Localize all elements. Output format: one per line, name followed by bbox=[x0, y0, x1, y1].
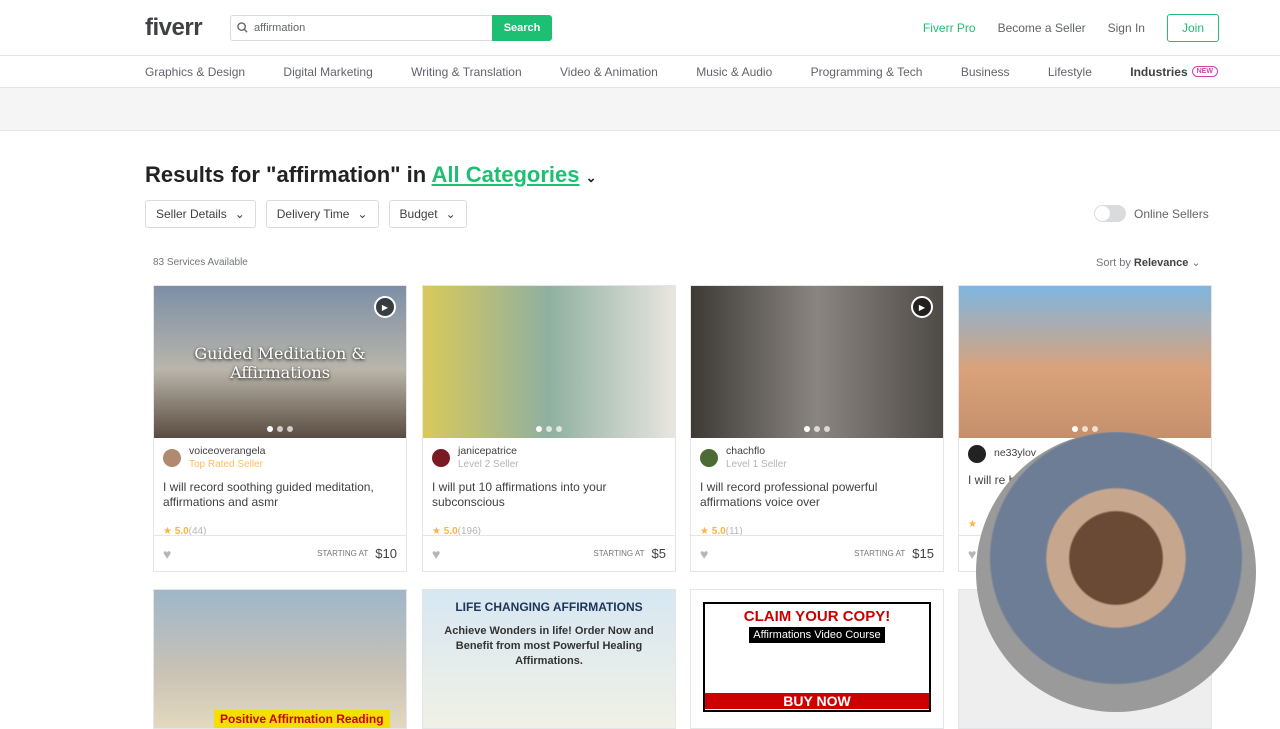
gig-card-7[interactable]: CLAIM YOUR COPY! Affirmations Video Cours… bbox=[690, 589, 944, 729]
search-button[interactable]: Search bbox=[492, 14, 553, 41]
carousel-dots[interactable] bbox=[1072, 426, 1098, 432]
services-count: 83 Services Available bbox=[153, 257, 248, 268]
gig-card-6[interactable]: LIFE CHANGING AFFIRMATIONS Achieve Wonder… bbox=[422, 589, 676, 729]
chevron-down-icon: ⌄ bbox=[1191, 257, 1201, 269]
results-prefix: Results for "affirmation" in bbox=[145, 162, 427, 187]
filter-label: Budget bbox=[399, 207, 438, 221]
fiverr-pro-link[interactable]: Fiverr Pro bbox=[923, 21, 976, 35]
seller-name[interactable]: janicepatrice bbox=[458, 445, 519, 457]
nav-writing[interactable]: Writing & Translation bbox=[411, 65, 522, 79]
avatar[interactable] bbox=[700, 448, 718, 467]
avatar[interactable] bbox=[163, 448, 181, 467]
join-button[interactable]: Join bbox=[1166, 13, 1219, 42]
become-seller-link[interactable]: Become a Seller bbox=[998, 21, 1086, 35]
gig-card-1[interactable]: Guided Meditation & Affirmations ▶ voice… bbox=[153, 285, 407, 572]
gig-image-text: LIFE CHANGING AFFIRMATIONS bbox=[455, 600, 643, 614]
gig-image-subtext: Affirmations Video Course bbox=[749, 627, 885, 643]
category-nav: Graphics & Design Digital Marketing Writ… bbox=[0, 56, 1280, 88]
nav-industries[interactable]: Industries NEW bbox=[1130, 65, 1218, 79]
seller-level: Level 2 Seller bbox=[458, 459, 519, 470]
heart-icon[interactable]: ♥ bbox=[700, 546, 708, 562]
page-title: Results for "affirmation" in All Categor… bbox=[145, 162, 597, 188]
starting-at-label: STARTING AT bbox=[593, 549, 645, 558]
gig-title[interactable]: I will record soothing guided meditation… bbox=[154, 470, 406, 518]
nav-business[interactable]: Business bbox=[961, 65, 1010, 79]
avatar[interactable] bbox=[968, 445, 986, 463]
chevron-down-icon: ⌄ bbox=[234, 207, 245, 221]
gig-price: $15 bbox=[912, 546, 934, 561]
chevron-down-icon: ⌄ bbox=[357, 207, 368, 221]
seller-level: Top Rated Seller bbox=[189, 459, 263, 470]
starting-at-label: STARTING AT bbox=[854, 549, 906, 558]
sort-value: Relevance bbox=[1133, 257, 1189, 269]
gig-image[interactable] bbox=[423, 286, 675, 438]
filter-label: Seller Details bbox=[156, 207, 227, 221]
search-icon bbox=[237, 22, 248, 33]
carousel-dots[interactable] bbox=[536, 426, 562, 432]
new-badge: NEW bbox=[1191, 66, 1218, 77]
carousel-dots[interactable] bbox=[267, 426, 293, 432]
play-icon[interactable]: ▶ bbox=[374, 296, 396, 318]
starting-at-label: STARTING AT bbox=[317, 549, 369, 558]
gig-title[interactable]: I will put 10 affirmations into your sub… bbox=[423, 470, 675, 518]
search-bar: affirmation Search bbox=[230, 14, 553, 41]
sort-dropdown[interactable]: Sort by Relevance ⌄ bbox=[1096, 256, 1201, 269]
gig-image-text: Guided Meditation & Affirmations bbox=[194, 344, 366, 382]
nav-graphics[interactable]: Graphics & Design bbox=[145, 65, 245, 79]
online-sellers-label: Online Sellers bbox=[1134, 206, 1209, 221]
gig-image[interactable]: Guided Meditation & Affirmations ▶ bbox=[154, 286, 406, 438]
fiverr-logo[interactable]: fiverr bbox=[145, 14, 203, 42]
gig-card-5[interactable]: Positive Affirmation Reading bbox=[153, 589, 407, 729]
nav-music[interactable]: Music & Audio bbox=[696, 65, 772, 79]
gig-card-3[interactable]: ▶ chachflo Level 1 Seller I will record p… bbox=[690, 285, 944, 572]
online-sellers-toggle[interactable] bbox=[1094, 205, 1126, 222]
gig-image[interactable]: ▶ bbox=[691, 286, 943, 438]
chevron-down-icon[interactable]: ⌄ bbox=[586, 170, 597, 185]
chevron-down-icon: ⌄ bbox=[445, 207, 456, 221]
webcam-overlay bbox=[976, 432, 1256, 712]
search-input[interactable]: affirmation bbox=[230, 14, 493, 41]
gig-price: $10 bbox=[375, 546, 397, 561]
filter-delivery-time[interactable]: Delivery Time ⌄ bbox=[265, 200, 379, 228]
seller-name[interactable]: ne33ylov bbox=[994, 447, 1036, 459]
nav-digital-marketing[interactable]: Digital Marketing bbox=[283, 65, 372, 79]
nav-programming[interactable]: Programming & Tech bbox=[811, 65, 923, 79]
search-value: affirmation bbox=[254, 21, 306, 34]
category-dropdown[interactable]: All Categories bbox=[432, 162, 580, 187]
sort-label: Sort by bbox=[1096, 257, 1131, 269]
gig-image-subtext: Achieve Wonders in life! Order Now and B… bbox=[444, 625, 654, 667]
gig-image-text: CLAIM YOUR COPY! bbox=[743, 608, 891, 625]
avatar[interactable] bbox=[432, 448, 450, 467]
star-icon: ★ bbox=[968, 519, 977, 530]
header: fiverr affirmation Search Fiverr Pro Bec… bbox=[0, 0, 1280, 56]
banner bbox=[0, 88, 1280, 131]
sign-in-link[interactable]: Sign In bbox=[1108, 21, 1145, 35]
gig-card-2[interactable]: janicepatrice Level 2 Seller I will put 1… bbox=[422, 285, 676, 572]
gig-price: $5 bbox=[651, 546, 666, 561]
carousel-dots[interactable] bbox=[804, 426, 830, 432]
filter-label: Delivery Time bbox=[276, 207, 350, 221]
heart-icon[interactable]: ♥ bbox=[432, 546, 440, 562]
filter-budget[interactable]: Budget ⌄ bbox=[388, 200, 467, 228]
gig-image[interactable] bbox=[959, 286, 1211, 438]
play-icon[interactable]: ▶ bbox=[911, 296, 933, 318]
nav-lifestyle[interactable]: Lifestyle bbox=[1048, 65, 1092, 79]
industries-label: Industries bbox=[1130, 64, 1188, 79]
heart-icon[interactable]: ♥ bbox=[968, 546, 976, 562]
seller-name[interactable]: voiceoverangela bbox=[189, 445, 265, 457]
seller-name[interactable]: chachflo bbox=[726, 445, 787, 457]
seller-level: Level 1 Seller bbox=[726, 459, 787, 470]
buy-now-text: BUY NOW bbox=[705, 693, 929, 709]
nav-video[interactable]: Video & Animation bbox=[560, 65, 658, 79]
filter-seller-details[interactable]: Seller Details ⌄ bbox=[145, 200, 256, 228]
heart-icon[interactable]: ♥ bbox=[163, 546, 171, 562]
gig-title[interactable]: I will record professional powerful affi… bbox=[691, 470, 943, 518]
gig-image-text: Positive Affirmation Reading bbox=[214, 710, 390, 728]
